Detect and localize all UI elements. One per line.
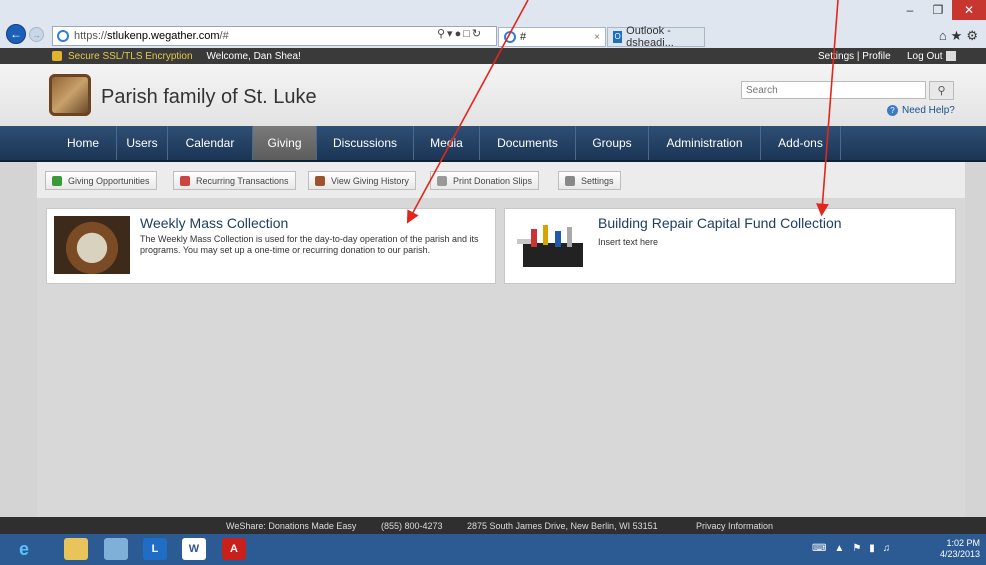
close-window-button[interactable]: ✕: [952, 0, 986, 20]
main-content: Giving Opportunities Recurring Transacti…: [37, 162, 965, 517]
nav-users[interactable]: Users: [117, 126, 168, 160]
giving-subnav: Giving Opportunities Recurring Transacti…: [37, 162, 965, 198]
welcome-text: Welcome, Dan Shea!: [206, 50, 301, 62]
restore-button[interactable]: ❐: [924, 0, 952, 20]
acrobat-icon[interactable]: A: [222, 538, 246, 560]
printer-icon: [437, 175, 447, 186]
outlook-icon: O: [613, 31, 623, 43]
browser-tab-outlook[interactable]: O Outlook - dsheadi...: [607, 25, 705, 49]
card-description: Insert text here: [598, 237, 659, 247]
footer-phone: (855) 800-4273: [381, 520, 443, 531]
nav-documents[interactable]: Documents: [480, 126, 576, 160]
word-icon[interactable]: W: [182, 538, 206, 560]
weekly-mass-collection-card[interactable]: Weekly Mass Collection The Weekly Mass C…: [46, 208, 496, 284]
lync-icon[interactable]: L: [143, 538, 167, 560]
nav-groups[interactable]: Groups: [576, 126, 649, 160]
settings-button[interactable]: Settings: [558, 171, 621, 190]
settings-profile-link[interactable]: Settings | Profile: [818, 51, 891, 62]
browser-tab-active[interactable]: # ×: [498, 27, 606, 47]
search-input[interactable]: [741, 81, 926, 99]
address-bar[interactable]: https://stlukenp.wegather.com/#: [52, 26, 497, 46]
toolbox-icon: [517, 225, 583, 267]
clock-time: 1:02 PM: [946, 538, 980, 548]
money-icon: [52, 175, 62, 186]
nav-home[interactable]: Home: [50, 126, 117, 160]
back-button[interactable]: ←: [6, 24, 26, 44]
windows-taskbar: e L W A ⌨▲⚑▮♫ 1:02 PM 4/23/2013: [0, 534, 986, 565]
site-header: Parish family of St. Luke ⚲ ? Need Help?: [0, 64, 986, 126]
nav-discussions[interactable]: Discussions: [317, 126, 414, 160]
nav-calendar[interactable]: Calendar: [168, 126, 253, 160]
collection-basket-image: [54, 216, 130, 274]
site-topbar: Secure SSL/TLS Encryption Welcome, Dan S…: [0, 48, 986, 64]
url-path: /#: [219, 30, 229, 42]
site-footer: WeShare: Donations Made Easy (855) 800-4…: [0, 517, 986, 534]
privacy-link[interactable]: Privacy Information: [696, 521, 773, 531]
help-icon: ?: [887, 105, 898, 116]
book-icon: [315, 175, 325, 186]
subnav-label: Giving Opportunities: [68, 175, 150, 186]
tab-label: Outlook - dsheadi...: [626, 25, 674, 49]
view-giving-history-button[interactable]: View Giving History: [308, 171, 416, 190]
main-nav: Home Users Calendar Giving Discussions M…: [0, 126, 986, 162]
recurring-transactions-button[interactable]: Recurring Transactions: [173, 171, 296, 190]
card-title[interactable]: Building Repair Capital Fund Collection: [598, 215, 842, 231]
toolbox-image: [513, 223, 593, 271]
forward-button[interactable]: →: [29, 27, 44, 42]
close-tab-icon[interactable]: ×: [594, 32, 600, 43]
subnav-label: Print Donation Slips: [453, 175, 533, 186]
url-host: stlukenp.wegather.com: [107, 30, 220, 42]
nav-media[interactable]: Media: [414, 126, 480, 160]
url-prefix: https://: [74, 30, 108, 42]
giving-opportunities-button[interactable]: Giving Opportunities: [45, 171, 157, 190]
nav-add-ons[interactable]: Add-ons: [761, 126, 841, 160]
need-help-link[interactable]: ? Need Help?: [887, 105, 955, 116]
lock-icon: [52, 51, 62, 61]
calendar-icon: [180, 175, 190, 186]
card-description: The Weekly Mass Collection is used for t…: [140, 234, 479, 255]
card-title[interactable]: Weekly Mass Collection: [140, 215, 288, 231]
nav-giving[interactable]: Giving: [253, 126, 317, 160]
logout-link[interactable]: Log Out: [907, 51, 956, 62]
control-panel-icon[interactable]: [104, 538, 128, 560]
ie-page-icon: [57, 30, 69, 42]
subnav-label: View Giving History: [331, 175, 409, 186]
print-donation-slips-button[interactable]: Print Donation Slips: [430, 171, 540, 190]
footer-address: 2875 South James Drive, New Berlin, WI 5…: [467, 520, 658, 531]
site-title: Parish family of St. Luke: [101, 86, 317, 108]
ssl-text: Secure SSL/TLS Encryption: [68, 50, 193, 62]
logout-icon: [945, 51, 956, 61]
search-icon: ⚲: [937, 85, 946, 97]
logout-label: Log Out: [907, 50, 943, 62]
search-button[interactable]: ⚲: [929, 81, 954, 100]
clock[interactable]: 1:02 PM 4/23/2013: [940, 538, 980, 560]
home-favorites-tools-icons[interactable]: ⌂★⚙: [939, 28, 982, 44]
address-bar-icons[interactable]: ⚲▾●□↻: [437, 27, 483, 40]
tab-label: #: [520, 31, 527, 43]
parish-logo: [49, 74, 91, 116]
window-controls: – ❐ ✕: [896, 0, 986, 22]
building-repair-fund-card[interactable]: Building Repair Capital Fund Collection …: [504, 208, 956, 284]
ie-tab-icon: [504, 31, 516, 43]
footer-slogan: WeShare: Donations Made Easy: [226, 520, 357, 531]
clock-date: 4/23/2013: [939, 549, 980, 559]
settings-icon: [565, 175, 575, 186]
minimize-button[interactable]: –: [896, 0, 924, 20]
system-tray-icons[interactable]: ⌨▲⚑▮♫: [812, 543, 898, 554]
file-explorer-icon[interactable]: [64, 538, 88, 560]
nav-administration[interactable]: Administration: [649, 126, 761, 160]
internet-explorer-icon[interactable]: e: [12, 538, 36, 560]
need-help-label: Need Help?: [902, 105, 955, 116]
browser-chrome: ← → https://stlukenp.wegather.com/# ⚲▾●□…: [0, 0, 986, 49]
subnav-label: Recurring Transactions: [196, 175, 289, 186]
subnav-label: Settings: [581, 175, 614, 186]
